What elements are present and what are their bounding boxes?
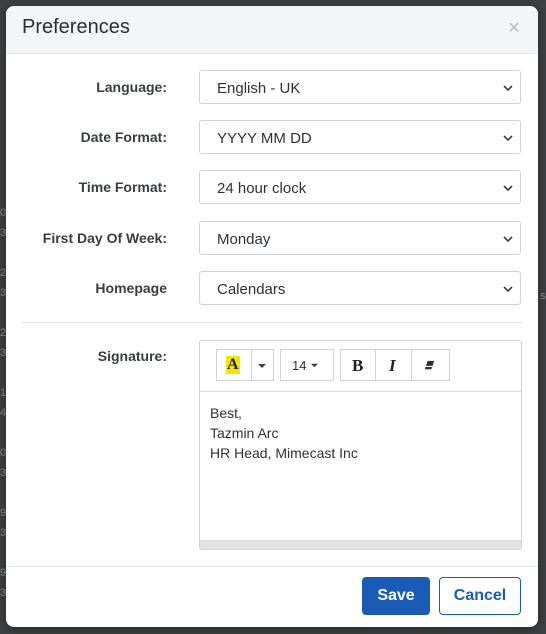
clear-format-button[interactable] — [412, 349, 450, 381]
eraser-icon — [424, 360, 435, 370]
chevron-down-icon — [503, 135, 513, 142]
date-format-value: YYYY MM DD — [217, 130, 312, 147]
font-color-button[interactable]: A — [216, 349, 252, 381]
italic-icon: I — [389, 356, 396, 375]
bold-button[interactable]: B — [340, 349, 376, 381]
signature-line: Best, — [210, 405, 242, 421]
save-button[interactable]: Save — [362, 577, 430, 615]
language-value: English - UK — [217, 80, 301, 97]
signature-label: Signature: — [97, 348, 167, 364]
first-day-row: First Day Of Week: Monday — [6, 221, 538, 255]
time-format-label: Time Format: — [78, 179, 167, 195]
chevron-down-icon — [503, 85, 513, 92]
font-size-select[interactable]: 14 — [280, 349, 334, 381]
font-size-value: 14 — [292, 358, 307, 373]
homepage-label: Homepage — [95, 280, 167, 296]
backdrop-fragment: s — [540, 290, 546, 302]
editor-toolbar: A 14 B I — [200, 341, 521, 392]
language-select[interactable]: English - UK — [199, 70, 521, 104]
chevron-down-icon — [503, 185, 513, 192]
font-color-dropdown[interactable] — [252, 349, 274, 381]
italic-button[interactable]: I — [376, 349, 412, 381]
first-day-label: First Day Of Week: — [42, 230, 167, 246]
bold-icon: B — [352, 356, 364, 375]
chevron-down-icon — [503, 286, 513, 293]
preferences-dialog: Preferences × Language: English - UK Dat… — [6, 6, 538, 627]
dialog-title: Preferences — [22, 16, 130, 38]
editor-resize-bar[interactable] — [200, 540, 521, 549]
language-row: Language: English - UK — [6, 70, 538, 104]
chevron-down-icon — [503, 236, 513, 243]
signature-line: Tazmin Arc — [210, 425, 279, 441]
close-icon[interactable]: × — [504, 18, 524, 38]
caret-down-icon — [311, 363, 318, 368]
first-day-select[interactable]: Monday — [199, 221, 521, 255]
homepage-select[interactable]: Calendars — [199, 271, 521, 305]
language-label: Language: — [96, 79, 167, 95]
date-format-row: Date Format: YYYY MM DD — [6, 120, 538, 154]
homepage-row: Homepage Calendars — [6, 271, 538, 305]
time-format-row: Time Format: 24 hour clock — [6, 170, 538, 204]
cancel-button[interactable]: Cancel — [439, 577, 521, 615]
section-divider — [22, 322, 522, 323]
caret-down-icon — [258, 364, 266, 368]
date-format-label: Date Format: — [80, 129, 167, 145]
footer-divider — [6, 566, 538, 567]
time-format-select[interactable]: 24 hour clock — [199, 170, 521, 204]
homepage-value: Calendars — [217, 281, 286, 298]
first-day-value: Monday — [217, 231, 271, 248]
font-color-glyph: A — [227, 356, 239, 373]
signature-editor: A 14 B I Best, Tazmin Arc HR Head, Mimec… — [199, 340, 522, 550]
signature-text[interactable]: Best, Tazmin Arc HR Head, Mimecast Inc — [210, 403, 358, 463]
date-format-select[interactable]: YYYY MM DD — [199, 120, 521, 154]
time-format-value: 24 hour clock — [217, 180, 307, 197]
signature-line: HR Head, Mimecast Inc — [210, 445, 358, 461]
dialog-header: Preferences × — [6, 6, 538, 54]
